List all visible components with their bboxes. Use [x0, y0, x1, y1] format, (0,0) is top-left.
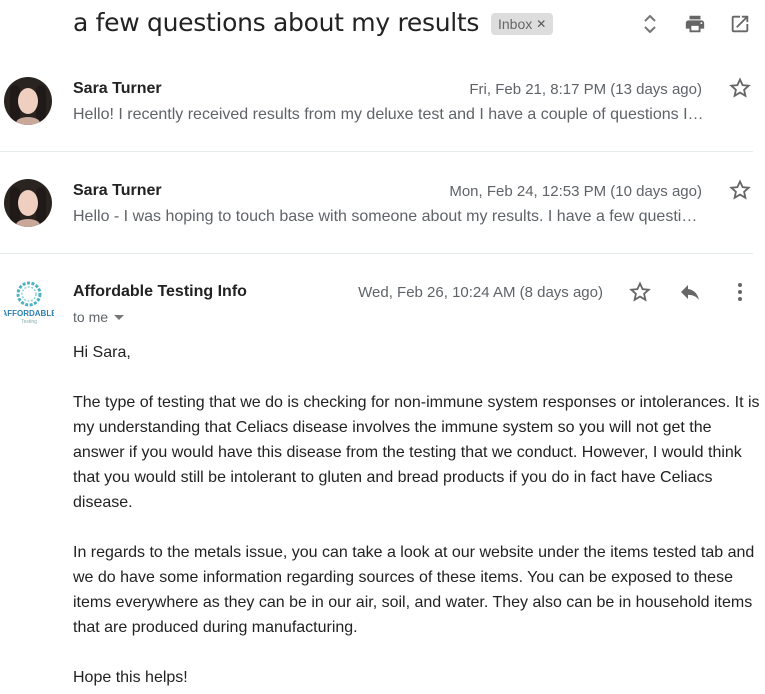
- print-icon[interactable]: [683, 12, 707, 36]
- star-icon[interactable]: [728, 76, 752, 100]
- thread-subject: a few questions about my results: [73, 8, 480, 37]
- recipient-text: to me: [73, 309, 109, 325]
- body-paragraph: In regards to the metals issue, you can …: [73, 544, 755, 636]
- divider: [0, 253, 753, 254]
- message-date: Fri, Feb 21, 8:17 PM (13 days ago): [469, 81, 702, 98]
- divider: [0, 151, 753, 152]
- open-in-new-window-icon[interactable]: [728, 12, 752, 36]
- avatar: [4, 179, 52, 227]
- sender-name: Affordable Testing Info: [73, 283, 247, 300]
- thread-header: a few questions about my results Inbox ✕: [0, 0, 765, 50]
- sender-name: Sara Turner: [73, 182, 162, 199]
- logo-text: AFFORDABLE: [4, 309, 54, 318]
- star-icon[interactable]: [628, 280, 652, 304]
- message-date: Wed, Feb 26, 10:24 AM (8 days ago): [358, 284, 603, 301]
- message-snippet: Hello - I was hoping to touch base with …: [73, 208, 698, 225]
- label-text: Inbox: [498, 16, 533, 32]
- sender-name: Sara Turner: [73, 80, 162, 97]
- inbox-label-chip[interactable]: Inbox ✕: [491, 13, 554, 35]
- logo-subtext: Testing: [21, 319, 37, 325]
- body-paragraph: The type of testing that we do is checki…: [73, 394, 760, 511]
- sender-logo: AFFORDABLE Testing: [1, 277, 57, 327]
- body-paragraph: Hope this helps!: [73, 669, 188, 686]
- star-icon[interactable]: [728, 178, 752, 202]
- message-snippet: Hello! I recently received results from …: [73, 106, 704, 123]
- reply-icon[interactable]: [678, 280, 702, 304]
- expand-collapse-icon[interactable]: [638, 12, 662, 36]
- collapsed-message[interactable]: Sara Turner Fri, Feb 21, 8:17 PM (13 day…: [0, 60, 765, 160]
- greeting: Hi Sara,: [73, 344, 131, 361]
- avatar: [4, 77, 52, 125]
- close-icon[interactable]: ✕: [536, 13, 546, 35]
- more-options-icon[interactable]: [728, 280, 752, 304]
- chevron-down-icon[interactable]: [114, 315, 125, 320]
- recipient-details-toggle[interactable]: to me: [73, 309, 125, 325]
- message-date: Mon, Feb 24, 12:53 PM (10 days ago): [449, 183, 702, 200]
- collapsed-message[interactable]: Sara Turner Mon, Feb 24, 12:53 PM (10 da…: [0, 162, 765, 262]
- message-body: Hi Sara, The type of testing that we do …: [73, 340, 763, 690]
